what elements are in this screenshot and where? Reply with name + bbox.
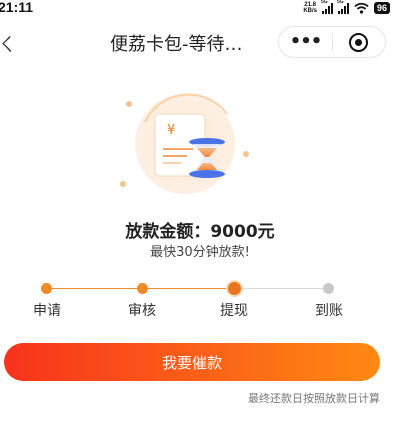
loan-amount: 放款金额：9000元: [125, 222, 275, 242]
waiting-illustration: ¥: [115, 92, 255, 202]
battery-icon: 96: [373, 2, 390, 14]
target-icon[interactable]: [333, 32, 385, 52]
step-label-arrival: 到账: [315, 303, 343, 319]
step-dot-apply: [41, 283, 52, 294]
step-dot-withdraw: [228, 282, 241, 295]
mini-program-capsule: •••: [278, 26, 386, 58]
signal-icon: 5G: [320, 0, 333, 14]
network-speed: 21.8 KB/s: [303, 2, 317, 14]
step-line-1: [47, 288, 143, 289]
network-speed-unit: KB/s: [303, 8, 317, 14]
step-label-apply: 申请: [33, 303, 61, 319]
urge-payment-button[interactable]: 我要催款: [4, 343, 380, 381]
currency-symbol: ¥: [167, 123, 175, 138]
back-close-icon[interactable]: ㄑ: [0, 31, 16, 57]
signal-tag: 5G: [320, 0, 328, 5]
step-dot-arrival: [323, 283, 334, 294]
nav-bar: ㄑ 便荔卡包-等待… •••: [0, 22, 400, 62]
step-line-3: [235, 288, 329, 289]
status-time: 21:11: [0, 0, 34, 15]
page-title: 便荔卡包-等待…: [110, 34, 243, 55]
wifi-icon: [354, 2, 369, 14]
signal-tag: 5G: [336, 0, 344, 5]
progress-steps: 申请 审核 提现 到账: [0, 280, 400, 320]
repayment-note: 最终还款日按照放款日计算: [248, 392, 380, 405]
signal-icon: 5G: [336, 0, 349, 14]
step-dot-review: [137, 283, 148, 294]
loan-speed-note: 最快30分钟放款!: [150, 245, 250, 260]
step-label-withdraw: 提现: [220, 303, 248, 319]
more-dots-icon[interactable]: •••: [279, 33, 332, 51]
status-bar: 21:11 21.8 KB/s 5G 5G 96: [0, 0, 400, 20]
status-icons: 21.8 KB/s 5G 5G 96: [303, 0, 390, 16]
step-line-2: [143, 288, 235, 289]
step-label-review: 审核: [128, 303, 156, 319]
